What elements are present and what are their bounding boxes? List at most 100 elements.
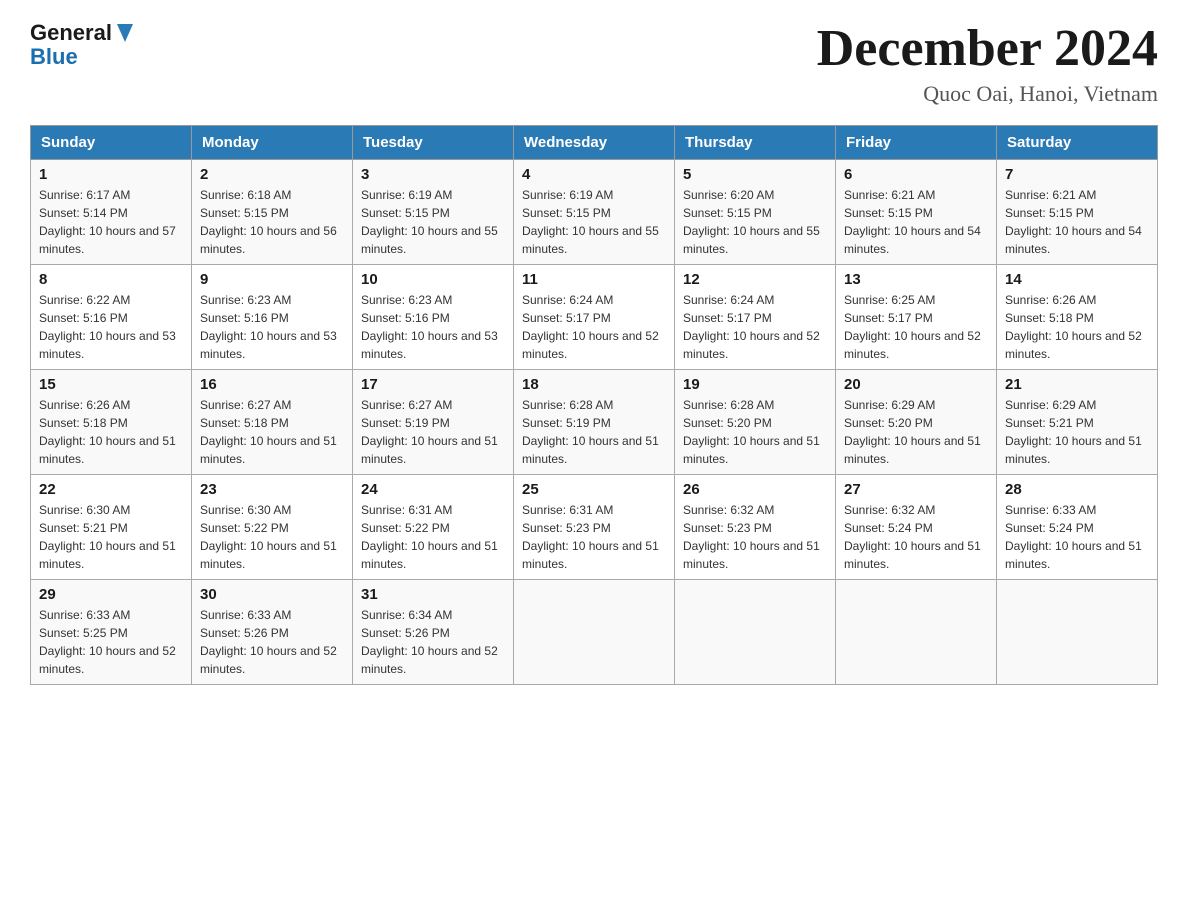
day-info: Sunrise: 6:33 AMSunset: 5:26 PMDaylight:… [200, 608, 337, 676]
calendar-header-row: Sunday Monday Tuesday Wednesday Thursday… [31, 126, 1158, 160]
col-tuesday: Tuesday [353, 126, 514, 160]
calendar-cell: 1 Sunrise: 6:17 AMSunset: 5:14 PMDayligh… [31, 160, 192, 265]
day-number: 3 [361, 166, 505, 183]
day-info: Sunrise: 6:21 AMSunset: 5:15 PMDaylight:… [1005, 188, 1142, 256]
day-info: Sunrise: 6:32 AMSunset: 5:23 PMDaylight:… [683, 503, 820, 571]
day-info: Sunrise: 6:26 AMSunset: 5:18 PMDaylight:… [39, 398, 176, 466]
day-number: 26 [683, 481, 827, 498]
calendar-cell [997, 580, 1158, 685]
calendar-cell: 21 Sunrise: 6:29 AMSunset: 5:21 PMDaylig… [997, 370, 1158, 475]
col-sunday: Sunday [31, 126, 192, 160]
day-info: Sunrise: 6:29 AMSunset: 5:20 PMDaylight:… [844, 398, 981, 466]
day-number: 24 [361, 481, 505, 498]
calendar-cell: 24 Sunrise: 6:31 AMSunset: 5:22 PMDaylig… [353, 475, 514, 580]
day-info: Sunrise: 6:27 AMSunset: 5:18 PMDaylight:… [200, 398, 337, 466]
day-info: Sunrise: 6:31 AMSunset: 5:22 PMDaylight:… [361, 503, 498, 571]
calendar-week-2: 8 Sunrise: 6:22 AMSunset: 5:16 PMDayligh… [31, 265, 1158, 370]
calendar-cell: 26 Sunrise: 6:32 AMSunset: 5:23 PMDaylig… [675, 475, 836, 580]
calendar-cell: 7 Sunrise: 6:21 AMSunset: 5:15 PMDayligh… [997, 160, 1158, 265]
month-title: December 2024 [817, 20, 1158, 77]
day-number: 19 [683, 376, 827, 393]
calendar-cell: 20 Sunrise: 6:29 AMSunset: 5:20 PMDaylig… [836, 370, 997, 475]
day-number: 16 [200, 376, 344, 393]
day-info: Sunrise: 6:29 AMSunset: 5:21 PMDaylight:… [1005, 398, 1142, 466]
day-number: 25 [522, 481, 666, 498]
day-number: 9 [200, 271, 344, 288]
calendar-week-3: 15 Sunrise: 6:26 AMSunset: 5:18 PMDaylig… [31, 370, 1158, 475]
day-number: 8 [39, 271, 183, 288]
calendar-cell: 15 Sunrise: 6:26 AMSunset: 5:18 PMDaylig… [31, 370, 192, 475]
calendar-week-4: 22 Sunrise: 6:30 AMSunset: 5:21 PMDaylig… [31, 475, 1158, 580]
day-number: 10 [361, 271, 505, 288]
title-block: December 2024 Quoc Oai, Hanoi, Vietnam [817, 20, 1158, 107]
day-info: Sunrise: 6:30 AMSunset: 5:21 PMDaylight:… [39, 503, 176, 571]
day-info: Sunrise: 6:23 AMSunset: 5:16 PMDaylight:… [200, 293, 337, 361]
day-info: Sunrise: 6:23 AMSunset: 5:16 PMDaylight:… [361, 293, 498, 361]
col-thursday: Thursday [675, 126, 836, 160]
calendar-cell: 25 Sunrise: 6:31 AMSunset: 5:23 PMDaylig… [514, 475, 675, 580]
day-number: 15 [39, 376, 183, 393]
day-number: 30 [200, 586, 344, 603]
calendar-table: Sunday Monday Tuesday Wednesday Thursday… [30, 125, 1158, 685]
col-monday: Monday [192, 126, 353, 160]
calendar-cell: 17 Sunrise: 6:27 AMSunset: 5:19 PMDaylig… [353, 370, 514, 475]
calendar-cell: 8 Sunrise: 6:22 AMSunset: 5:16 PMDayligh… [31, 265, 192, 370]
calendar-cell: 11 Sunrise: 6:24 AMSunset: 5:17 PMDaylig… [514, 265, 675, 370]
day-info: Sunrise: 6:19 AMSunset: 5:15 PMDaylight:… [361, 188, 498, 256]
calendar-cell: 12 Sunrise: 6:24 AMSunset: 5:17 PMDaylig… [675, 265, 836, 370]
calendar-cell: 10 Sunrise: 6:23 AMSunset: 5:16 PMDaylig… [353, 265, 514, 370]
calendar-cell: 9 Sunrise: 6:23 AMSunset: 5:16 PMDayligh… [192, 265, 353, 370]
calendar-cell: 16 Sunrise: 6:27 AMSunset: 5:18 PMDaylig… [192, 370, 353, 475]
page-header: General Blue December 2024 Quoc Oai, Han… [30, 20, 1158, 107]
day-info: Sunrise: 6:34 AMSunset: 5:26 PMDaylight:… [361, 608, 498, 676]
calendar-cell [836, 580, 997, 685]
day-info: Sunrise: 6:30 AMSunset: 5:22 PMDaylight:… [200, 503, 337, 571]
day-info: Sunrise: 6:31 AMSunset: 5:23 PMDaylight:… [522, 503, 659, 571]
col-saturday: Saturday [997, 126, 1158, 160]
calendar-cell: 14 Sunrise: 6:26 AMSunset: 5:18 PMDaylig… [997, 265, 1158, 370]
logo: General Blue [30, 20, 136, 70]
location-subtitle: Quoc Oai, Hanoi, Vietnam [817, 81, 1158, 107]
day-number: 14 [1005, 271, 1149, 288]
calendar-cell: 29 Sunrise: 6:33 AMSunset: 5:25 PMDaylig… [31, 580, 192, 685]
calendar-cell: 3 Sunrise: 6:19 AMSunset: 5:15 PMDayligh… [353, 160, 514, 265]
col-wednesday: Wednesday [514, 126, 675, 160]
calendar-cell: 19 Sunrise: 6:28 AMSunset: 5:20 PMDaylig… [675, 370, 836, 475]
day-info: Sunrise: 6:32 AMSunset: 5:24 PMDaylight:… [844, 503, 981, 571]
logo-general: General [30, 20, 112, 46]
calendar-cell: 2 Sunrise: 6:18 AMSunset: 5:15 PMDayligh… [192, 160, 353, 265]
day-number: 13 [844, 271, 988, 288]
day-number: 18 [522, 376, 666, 393]
day-info: Sunrise: 6:25 AMSunset: 5:17 PMDaylight:… [844, 293, 981, 361]
calendar-cell: 31 Sunrise: 6:34 AMSunset: 5:26 PMDaylig… [353, 580, 514, 685]
day-number: 22 [39, 481, 183, 498]
calendar-cell: 27 Sunrise: 6:32 AMSunset: 5:24 PMDaylig… [836, 475, 997, 580]
day-info: Sunrise: 6:21 AMSunset: 5:15 PMDaylight:… [844, 188, 981, 256]
day-number: 23 [200, 481, 344, 498]
calendar-cell: 28 Sunrise: 6:33 AMSunset: 5:24 PMDaylig… [997, 475, 1158, 580]
day-number: 4 [522, 166, 666, 183]
day-info: Sunrise: 6:27 AMSunset: 5:19 PMDaylight:… [361, 398, 498, 466]
day-number: 21 [1005, 376, 1149, 393]
day-info: Sunrise: 6:18 AMSunset: 5:15 PMDaylight:… [200, 188, 337, 256]
day-info: Sunrise: 6:22 AMSunset: 5:16 PMDaylight:… [39, 293, 176, 361]
calendar-week-5: 29 Sunrise: 6:33 AMSunset: 5:25 PMDaylig… [31, 580, 1158, 685]
day-number: 20 [844, 376, 988, 393]
calendar-cell [675, 580, 836, 685]
calendar-week-1: 1 Sunrise: 6:17 AMSunset: 5:14 PMDayligh… [31, 160, 1158, 265]
day-number: 6 [844, 166, 988, 183]
day-number: 2 [200, 166, 344, 183]
calendar-cell: 22 Sunrise: 6:30 AMSunset: 5:21 PMDaylig… [31, 475, 192, 580]
calendar-cell: 4 Sunrise: 6:19 AMSunset: 5:15 PMDayligh… [514, 160, 675, 265]
logo-blue: Blue [30, 44, 78, 70]
day-info: Sunrise: 6:33 AMSunset: 5:24 PMDaylight:… [1005, 503, 1142, 571]
logo-icon [114, 22, 136, 44]
calendar-cell: 6 Sunrise: 6:21 AMSunset: 5:15 PMDayligh… [836, 160, 997, 265]
day-number: 7 [1005, 166, 1149, 183]
day-number: 5 [683, 166, 827, 183]
day-number: 12 [683, 271, 827, 288]
calendar-cell: 18 Sunrise: 6:28 AMSunset: 5:19 PMDaylig… [514, 370, 675, 475]
calendar-cell: 30 Sunrise: 6:33 AMSunset: 5:26 PMDaylig… [192, 580, 353, 685]
day-number: 17 [361, 376, 505, 393]
day-number: 31 [361, 586, 505, 603]
